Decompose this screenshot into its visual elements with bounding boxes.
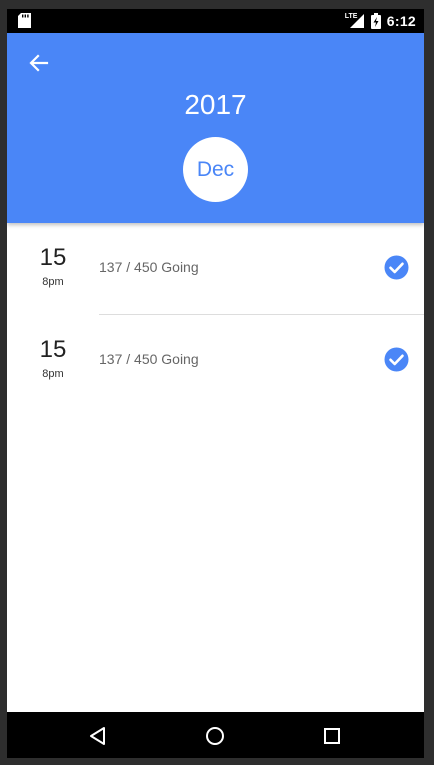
event-day: 15 (39, 336, 67, 363)
square-recents-icon (324, 728, 340, 744)
circle-home-icon (206, 727, 224, 745)
nav-home-button[interactable] (204, 725, 226, 747)
check-circle-icon[interactable] (384, 347, 409, 372)
back-button[interactable] (25, 49, 53, 77)
event-day: 15 (39, 244, 67, 271)
app-screen: LTE 6:12 2017 Dec 15 8pm 137 / 450 Going… (7, 9, 424, 758)
year-title: 2017 (184, 89, 247, 120)
event-time: 8pm (42, 368, 64, 380)
list-item[interactable]: 15 8pm 137 / 450 Going (7, 223, 424, 315)
event-date: 15 8pm (32, 245, 74, 289)
attendance-status: 137 / 450 Going (99, 259, 199, 275)
status-indicators: LTE 6:12 (344, 9, 416, 33)
attendance-status: 137 / 450 Going (99, 351, 199, 367)
event-list: 15 8pm 137 / 450 Going 15 8pm 137 / 450 … (7, 223, 424, 407)
check-circle-icon[interactable] (384, 255, 409, 280)
arrow-left-icon (29, 54, 49, 72)
event-time: 8pm (42, 276, 64, 288)
device-frame: LTE 6:12 2017 Dec 15 8pm 137 / 450 Going… (0, 0, 434, 765)
triangle-back-icon (90, 727, 105, 745)
nav-recents-button[interactable] (321, 725, 343, 747)
list-item[interactable]: 15 8pm 137 / 450 Going (7, 315, 424, 407)
network-label: LTE (344, 13, 358, 20)
calendar-header: 2017 Dec (7, 33, 424, 223)
battery-charging-icon (370, 13, 381, 29)
system-nav-bar (7, 712, 424, 758)
status-bar: LTE 6:12 (7, 9, 424, 33)
status-time: 6:12 (386, 13, 416, 29)
event-date: 15 8pm (32, 337, 74, 381)
lte-signal-icon: LTE (344, 13, 365, 29)
nav-back-button[interactable] (87, 725, 109, 747)
sd-card-icon (18, 13, 31, 28)
month-badge[interactable]: Dec (183, 137, 248, 202)
